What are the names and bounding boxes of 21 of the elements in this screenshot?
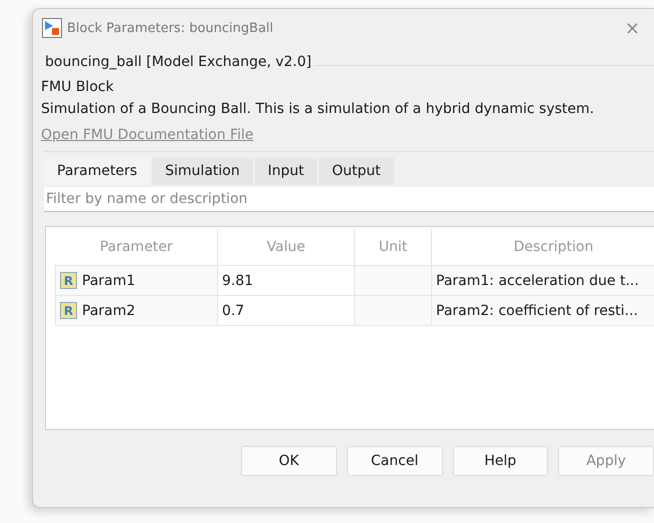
- app-icon: [42, 18, 62, 38]
- block-type: FMU Block: [41, 78, 115, 97]
- group-title: bouncing_ball [Model Exchange, v2.0]: [43, 54, 314, 70]
- tab[interactable]: Input: [254, 158, 317, 185]
- block-description: Simulation of a Bouncing Ball. This is a simulation of a hybrid dynamic system.: [41, 100, 596, 119]
- tab[interactable]: Output: [318, 158, 394, 185]
- table-cell: Param1: acceleration due t...: [432, 266, 654, 296]
- table-cell: Param2: coefficient of resti...: [432, 296, 654, 326]
- filter-field[interactable]: Filter by name or description: [44, 187, 654, 212]
- table-cell[interactable]: 0.7: [218, 296, 354, 326]
- parameter-icon: R: [60, 272, 77, 289]
- parameter-name: Param1: [82, 272, 136, 288]
- dialog-button[interactable]: Cancel: [346, 446, 442, 476]
- table-cell[interactable]: 9.81: [218, 266, 354, 296]
- dialog-button[interactable]: Help: [452, 446, 548, 476]
- window-title: Block Parameters: bouncingBall: [67, 20, 274, 36]
- dialog-button[interactable]: OK: [241, 446, 337, 476]
- tab[interactable]: Parameters: [44, 158, 150, 185]
- parameter-name: Param2: [82, 302, 136, 318]
- tab[interactable]: Simulation: [152, 158, 253, 185]
- parameter-icon: R: [60, 302, 77, 319]
